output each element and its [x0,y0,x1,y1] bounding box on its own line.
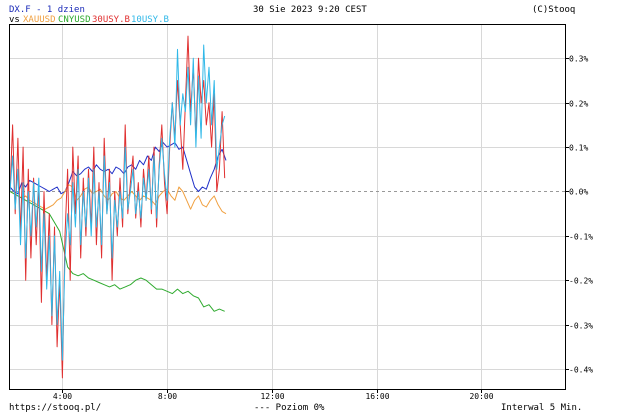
interval-label: Interwal 5 Min. [501,403,583,413]
y-tick-label: -0.1% [569,233,593,242]
y-tick-label: 0.1% [569,144,588,153]
y-tick-label: -0.3% [569,322,593,331]
source-url[interactable]: https://stooq.pl/ [9,403,101,413]
y-axis-ticks: 0.3% 0.2% 0.1% 0.0% -0.1% -0.2% -0.3% -0.4% [565,55,593,375]
series-line-10usy-b [9,44,226,361]
y-tick-label: 0.2% [569,100,588,109]
chart-series [9,35,227,379]
plot-border [9,24,566,390]
chart-plot-frame: 0.3% 0.2% 0.1% 0.0% -0.1% -0.2% -0.3% -0.4% 4:0… [9,24,593,401]
y-tick-label: 0.0% [569,188,588,197]
chart-grid [10,25,565,389]
x-axis-ticks: 4:00 8:00 12:00 16:00 20:00 [53,389,494,401]
x-tick-label: 20:00 [469,392,493,401]
x-tick-label: 16:00 [365,392,389,401]
x-tick-label: 4:00 [53,392,72,401]
y-tick-label: -0.4% [569,366,593,375]
y-tick-label: 0.3% [569,55,588,64]
x-tick-label: 12:00 [260,392,284,401]
y-tick-label: -0.2% [569,277,593,286]
x-tick-label: 8:00 [158,392,177,401]
zero-level-label: --- Poziom 0% [254,403,325,413]
series-line-dx-f [9,142,227,195]
